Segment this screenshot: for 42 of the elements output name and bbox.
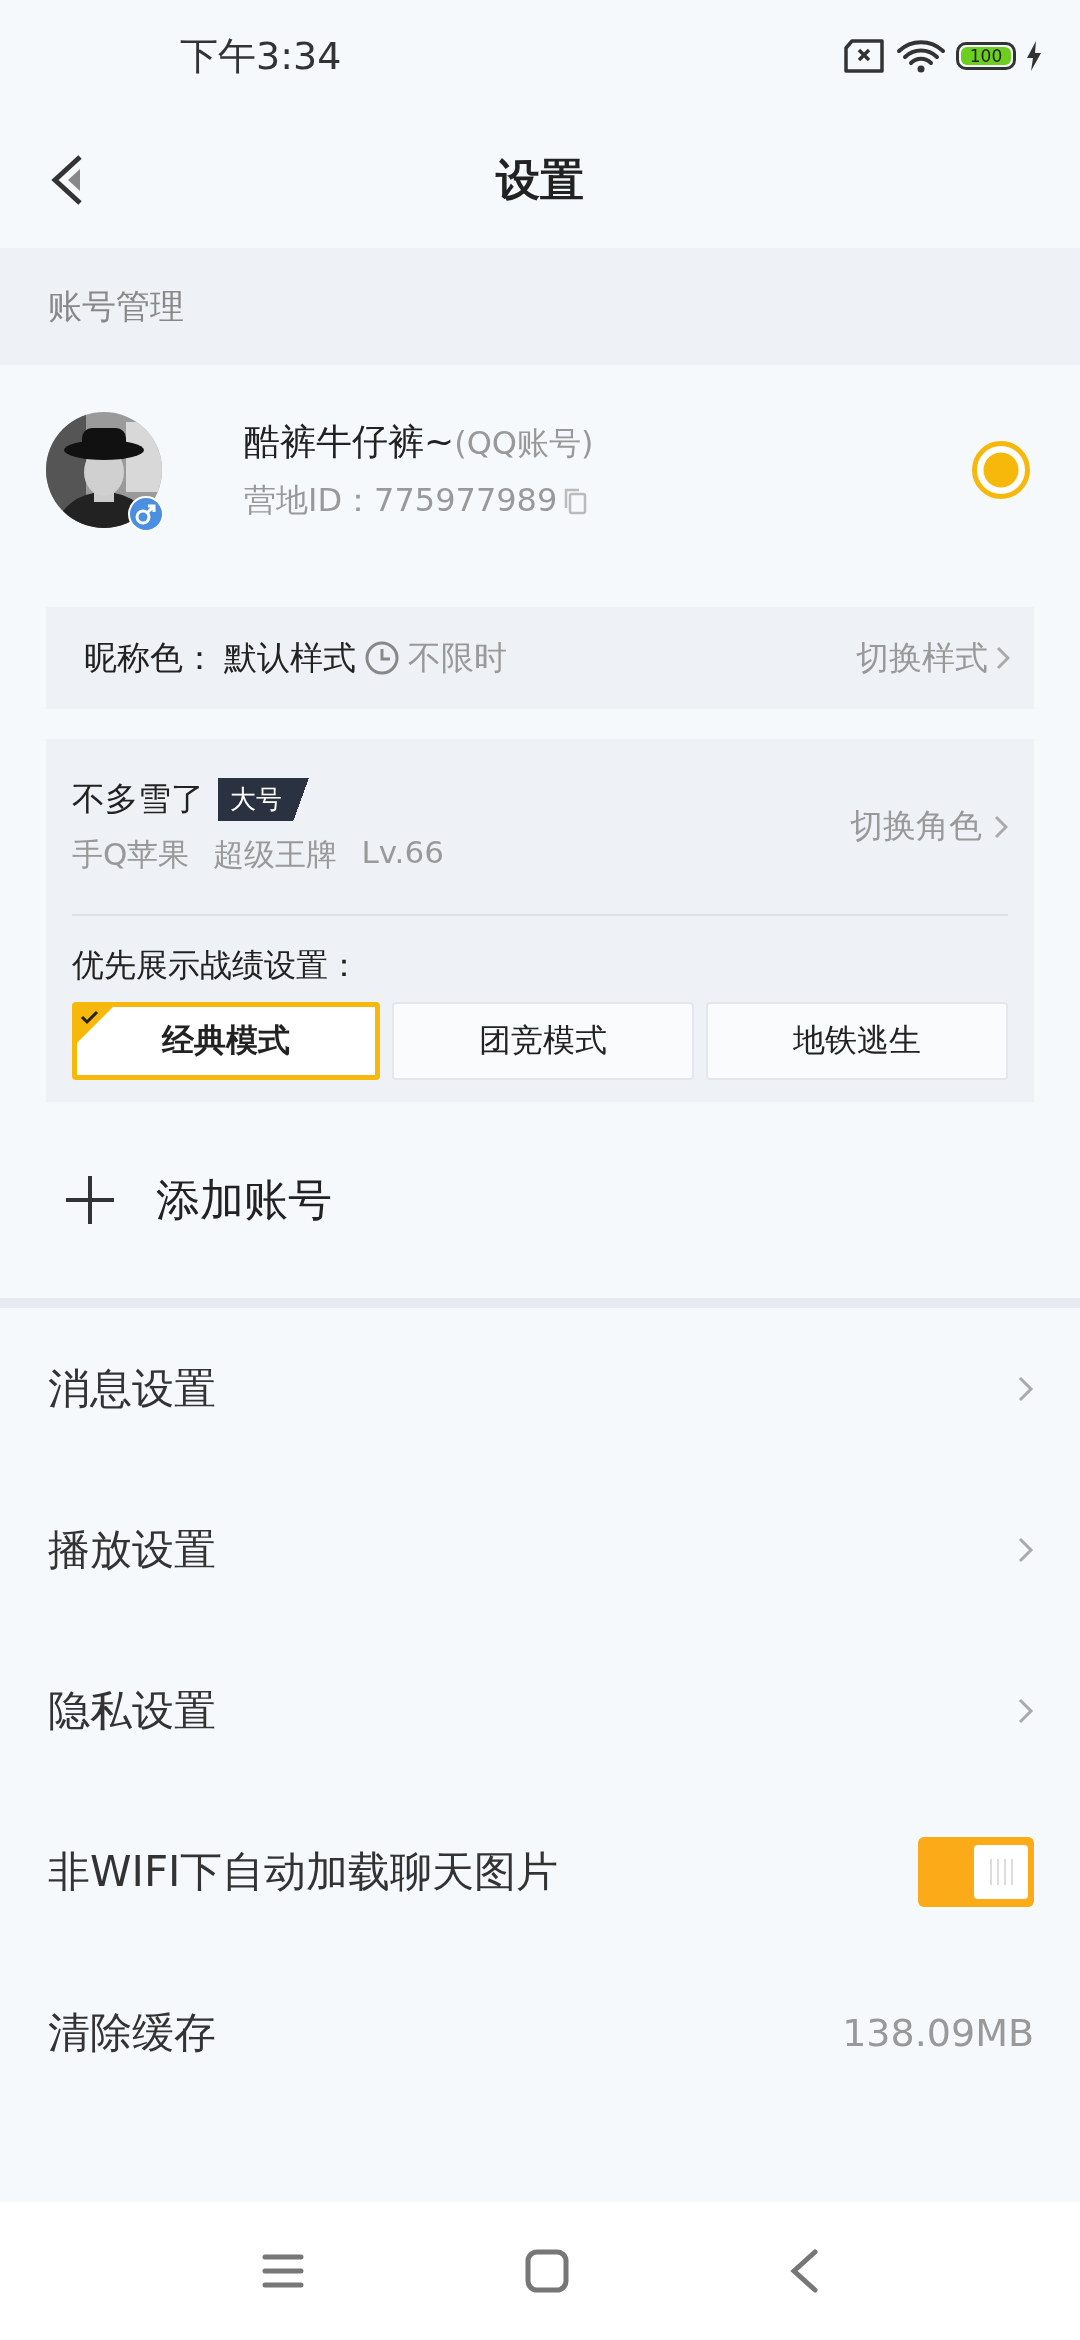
clock-icon: [364, 640, 400, 676]
mode-option[interactable]: 团竞模式: [392, 1002, 694, 1080]
chevron-right-icon[interactable]: [1018, 1375, 1034, 1402]
back-icon[interactable]: [50, 154, 84, 206]
section-title: 账号管理: [48, 284, 184, 328]
mode-option[interactable]: 地铁逃生: [706, 1002, 1008, 1080]
account-id: 营地ID：775977989: [244, 479, 558, 521]
sim-card-x-icon: [842, 39, 886, 73]
setting-label[interactable]: 清除缓存: [48, 2004, 825, 2061]
mode-label: 优先展示战绩设置：: [72, 946, 360, 984]
role-detail: Lv.66: [361, 834, 444, 872]
radio-button[interactable]: [972, 441, 1030, 499]
duration-text: 不限时: [408, 636, 507, 679]
charging-icon: [1026, 41, 1042, 71]
setting-label[interactable]: 非WIFI下自动加载聊天图片: [48, 1843, 900, 1900]
chevron-right-icon[interactable]: [1018, 1697, 1034, 1724]
setting-label[interactable]: 播放设置: [48, 1521, 1000, 1578]
nickname-color-value: 默认样式: [224, 636, 356, 679]
account-name: 酷裤牛仔裤~: [244, 419, 455, 464]
chevron-right-icon: [996, 646, 1010, 670]
copy-icon[interactable]: [563, 486, 588, 515]
page-title: 设置: [496, 152, 584, 207]
setting-value: 138.09MB: [842, 2010, 1034, 2055]
home-icon[interactable]: [525, 2249, 569, 2293]
nickname-color-label: 昵称色：: [84, 636, 216, 679]
male-icon: [128, 496, 164, 532]
status-time: 下午3:34: [180, 32, 342, 80]
role-detail: 超级王牌: [213, 835, 338, 874]
account-type: (QQ账号): [454, 422, 594, 464]
setting-label[interactable]: 消息设置: [48, 1360, 1000, 1417]
role-name: 不多雪了: [72, 778, 204, 820]
role-detail: 手Q苹果: [72, 835, 190, 874]
chevron-right-icon: [994, 814, 1008, 839]
toggle-switch[interactable]: [918, 1836, 1034, 1907]
check-icon: [77, 1007, 113, 1043]
plus-icon[interactable]: [64, 1174, 116, 1226]
chevron-right-icon[interactable]: [1018, 1536, 1034, 1563]
setting-label[interactable]: 隐私设置: [48, 1682, 1000, 1739]
add-account-label[interactable]: 添加账号: [156, 1170, 332, 1230]
battery-icon: 100: [956, 42, 1016, 70]
wifi-icon: [896, 39, 946, 73]
mode-option[interactable]: 经典模式: [72, 1002, 380, 1080]
